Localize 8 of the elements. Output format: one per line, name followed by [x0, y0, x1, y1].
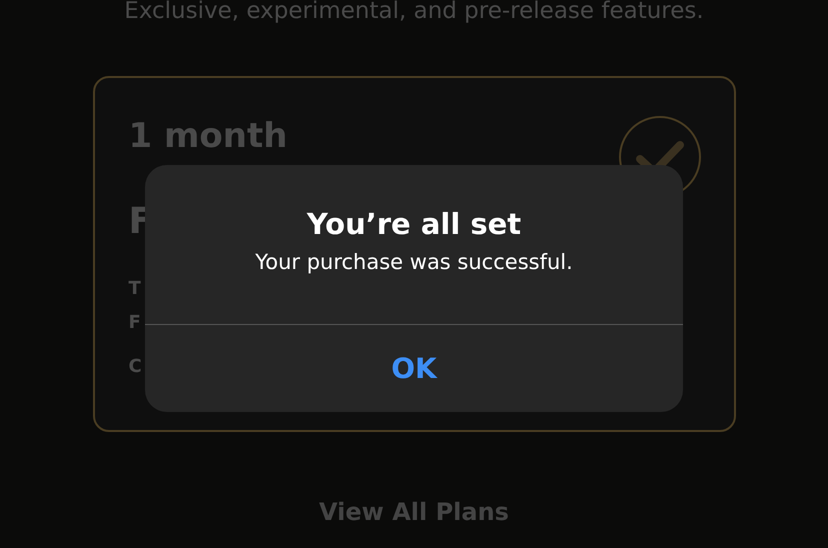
ok-button[interactable]: OK — [145, 325, 683, 412]
plan-description-line: F — [128, 311, 141, 335]
plan-description-line: T — [128, 277, 141, 301]
subtitle: Exclusive, experimental, and pre-release features. — [124, 0, 704, 25]
alert-message: Your purchase was successful. — [255, 249, 573, 276]
alert-title: You’re all set — [306, 206, 522, 243]
plan-footnote: C — [128, 356, 142, 377]
plan-duration: 1 month — [128, 115, 288, 158]
